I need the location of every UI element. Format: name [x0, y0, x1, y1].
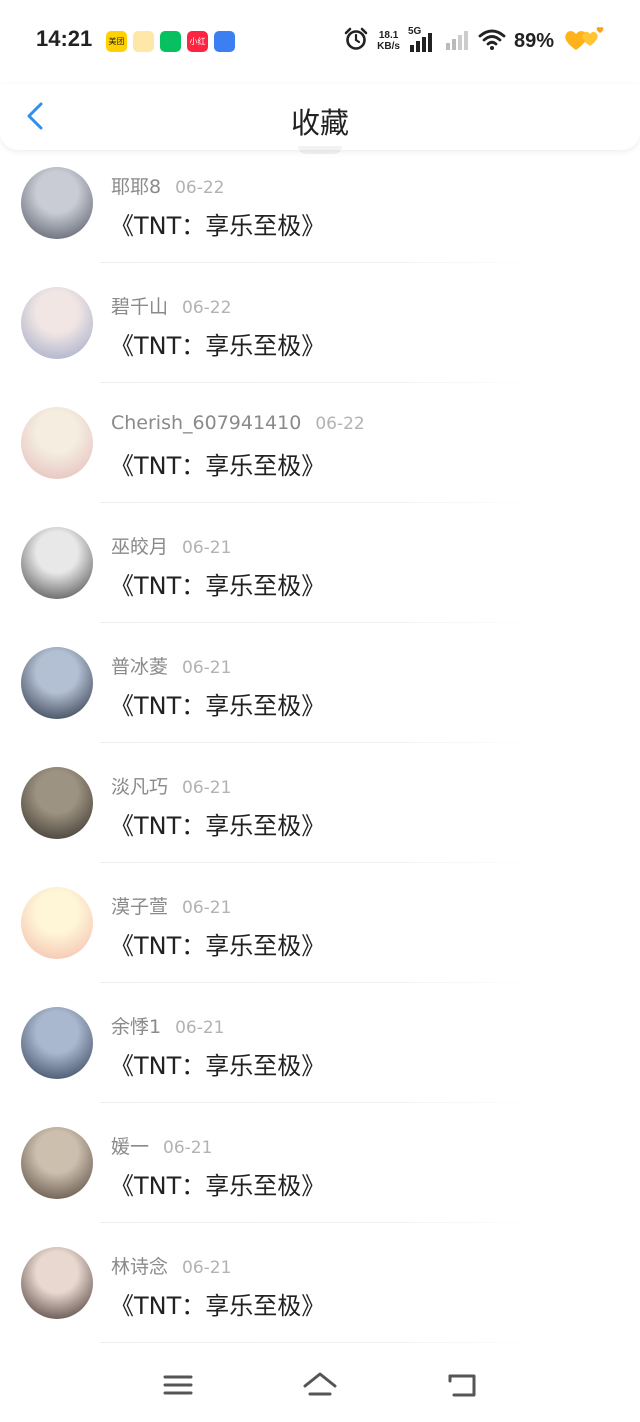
favorite-date: 06-21 [175, 1018, 225, 1038]
favorite-date: 06-21 [182, 658, 232, 678]
item-meta: 淡凡巧 06-21 [111, 772, 231, 799]
page-title: 收藏 [290, 106, 349, 140]
weibo-icon [133, 31, 154, 52]
status-bar: 14:21 美团 小红书 18.1 KB/s 5G [0, 0, 640, 84]
username[interactable]: 林诗念 [111, 1256, 168, 1278]
favorite-title[interactable]: 《TNT：享乐至极》 [110, 806, 325, 841]
item-meta: 巫皎月 06-21 [111, 532, 231, 559]
home-button[interactable] [300, 1368, 340, 1402]
username[interactable]: 漠子萱 [111, 896, 168, 918]
menu-icon [163, 1375, 193, 1395]
user-avatar[interactable] [21, 887, 93, 959]
username[interactable]: Cherish_607941410 [111, 412, 301, 434]
favorite-list-item[interactable]: 耶耶8 06-22 《TNT：享乐至极》 [0, 150, 640, 270]
list-divider [100, 1342, 540, 1343]
favorite-date: 06-21 [182, 898, 232, 918]
cellular-signal-icon: 5G [408, 26, 436, 54]
favorite-title[interactable]: 《TNT：享乐至极》 [110, 686, 325, 721]
favorite-title[interactable]: 《TNT：享乐至极》 [110, 926, 325, 961]
user-avatar[interactable] [21, 1007, 93, 1079]
username[interactable]: 普冰菱 [111, 656, 168, 678]
network-speed-value: 18.1 [378, 30, 399, 41]
favorite-list-item[interactable]: Cherish_607941410 06-22 《TNT：享乐至极》 [0, 390, 640, 510]
back-nav-icon [448, 1374, 476, 1397]
user-avatar[interactable] [21, 1127, 93, 1199]
item-meta: Cherish_607941410 06-22 [111, 412, 365, 434]
list-divider [100, 862, 540, 863]
item-meta: 林诗念 06-21 [111, 1252, 231, 1279]
wifi-icon [478, 27, 506, 55]
favorite-date: 06-22 [182, 298, 232, 318]
home-icon [303, 1372, 337, 1396]
notification-app-icons: 美团 小红书 [106, 31, 235, 52]
favorite-list-item[interactable]: 余悸1 06-21 《TNT：享乐至极》 [0, 990, 640, 1110]
user-avatar[interactable] [21, 767, 93, 839]
favorite-date: 06-22 [315, 414, 365, 434]
user-avatar[interactable] [21, 407, 93, 479]
status-indicators: 18.1 KB/s 5G 89% [343, 26, 606, 56]
favorite-title[interactable]: 《TNT：享乐至极》 [110, 566, 325, 601]
battery-percentage: 89% [513, 29, 554, 52]
item-meta: 普冰菱 06-21 [111, 652, 231, 679]
list-divider [100, 1222, 540, 1223]
favorite-title[interactable]: 《TNT：享乐至极》 [110, 1166, 325, 1201]
favorite-list-item[interactable]: 林诗念 06-21 《TNT：享乐至极》 [0, 1230, 640, 1350]
item-meta: 余悸1 06-21 [111, 1012, 225, 1039]
xiaohongshu-icon: 小红书 [187, 31, 208, 52]
user-avatar[interactable] [21, 1247, 93, 1319]
cellular-signal-2-icon [444, 26, 470, 56]
network-speed: 18.1 KB/s [377, 30, 400, 52]
user-avatar[interactable] [21, 167, 93, 239]
favorite-list-item[interactable]: 淡凡巧 06-21 《TNT：享乐至极》 [0, 750, 640, 870]
item-meta: 碧千山 06-22 [111, 292, 231, 319]
battery-hearts-icon [562, 24, 606, 58]
favorite-title[interactable]: 《TNT：享乐至极》 [110, 1286, 325, 1321]
favorite-title[interactable]: 《TNT：享乐至极》 [110, 206, 325, 241]
favorite-list-item[interactable]: 漠子萱 06-21 《TNT：享乐至极》 [0, 870, 640, 990]
navigation-header: 收藏 [0, 84, 640, 150]
list-divider [100, 742, 540, 743]
item-meta: 媛一 06-21 [111, 1132, 212, 1159]
favorite-list-item[interactable]: 普冰菱 06-21 《TNT：享乐至极》 [0, 630, 640, 750]
favorite-date: 06-21 [163, 1138, 213, 1158]
wechat-icon [160, 31, 181, 52]
username[interactable]: 余悸1 [111, 1016, 161, 1038]
item-meta: 漠子萱 06-21 [111, 892, 231, 919]
list-divider [100, 1102, 540, 1103]
item-meta: 耶耶8 06-22 [111, 172, 225, 199]
list-divider [100, 382, 540, 383]
back-nav-button[interactable] [442, 1368, 482, 1402]
username[interactable]: 巫皎月 [111, 536, 168, 558]
user-avatar[interactable] [21, 287, 93, 359]
favorite-date: 06-22 [175, 178, 225, 198]
favorite-title[interactable]: 《TNT：享乐至极》 [110, 446, 325, 481]
favorite-date: 06-21 [182, 538, 232, 558]
list-divider [100, 502, 540, 503]
favorite-list-item[interactable]: 碧千山 06-22 《TNT：享乐至极》 [0, 270, 640, 390]
list-divider [100, 262, 540, 263]
list-divider [100, 622, 540, 623]
username[interactable]: 耶耶8 [111, 176, 161, 198]
status-time: 14:21 [36, 26, 93, 51]
favorites-list: 耶耶8 06-22 《TNT：享乐至极》 碧千山 06-22 《TNT：享乐至极》 Cher… [0, 150, 640, 1350]
favorite-title[interactable]: 《TNT：享乐至极》 [110, 1046, 325, 1081]
favorite-title[interactable]: 《TNT：享乐至极》 [110, 326, 325, 361]
username[interactable]: 媛一 [111, 1136, 149, 1158]
browser-icon [214, 31, 235, 52]
menu-button[interactable] [158, 1368, 198, 1402]
user-avatar[interactable] [21, 527, 93, 599]
favorite-list-item[interactable]: 巫皎月 06-21 《TNT：享乐至极》 [0, 510, 640, 630]
alarm-icon [343, 26, 369, 56]
favorite-date: 06-21 [182, 1258, 232, 1278]
network-speed-unit: KB/s [377, 41, 400, 52]
user-avatar[interactable] [21, 647, 93, 719]
list-divider [100, 982, 540, 983]
favorite-date: 06-21 [182, 778, 232, 798]
favorite-list-item[interactable]: 媛一 06-21 《TNT：享乐至极》 [0, 1110, 640, 1230]
meituan-icon: 美团 [106, 31, 127, 52]
username[interactable]: 淡凡巧 [111, 776, 168, 798]
username[interactable]: 碧千山 [111, 296, 168, 318]
system-navigation-bar [0, 1350, 640, 1422]
